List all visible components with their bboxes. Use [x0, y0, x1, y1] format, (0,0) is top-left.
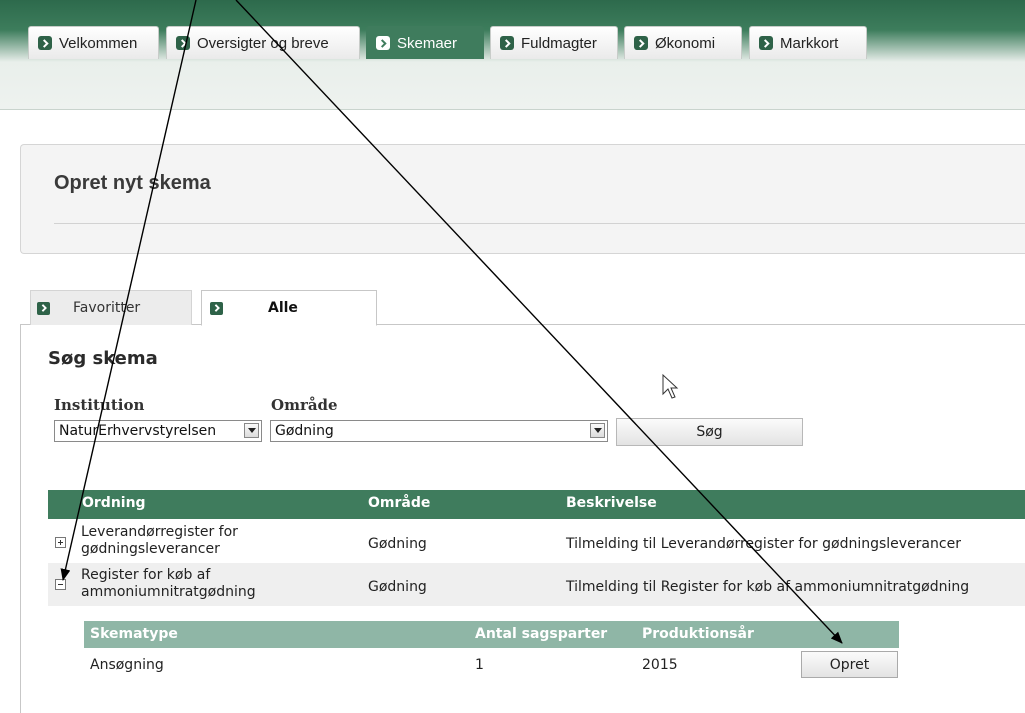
ordning-cell: Leverandørregister for gødningsleverance…	[81, 524, 238, 558]
chevron-down-icon[interactable]	[590, 423, 605, 438]
tab-label: Oversigter og breve	[197, 34, 329, 52]
chevron-right-icon	[376, 36, 390, 50]
divider	[0, 109, 1025, 110]
chevron-right-icon	[37, 301, 50, 315]
page-title: Opret nyt skema	[54, 172, 211, 194]
table-header	[48, 490, 1025, 519]
column-header-ordning: Ordning	[82, 495, 146, 511]
column-header-skematype: Skematype	[90, 626, 178, 642]
area-select[interactable]: Gødning	[270, 420, 608, 442]
area-select-value: Gødning	[275, 423, 334, 439]
tab-markkort[interactable]: Markkort	[749, 26, 867, 59]
tab-velkommen[interactable]: Velkommen	[28, 26, 159, 59]
column-header-antal-sagsparter: Antal sagsparter	[475, 626, 608, 642]
tab-label: Favoritter	[73, 300, 141, 316]
chevron-right-icon	[176, 36, 190, 50]
tab-label: Markkort	[780, 34, 839, 52]
skematype-cell: Ansøgning	[90, 657, 164, 673]
expand-icon[interactable]	[55, 537, 66, 548]
collapse-icon[interactable]	[55, 579, 66, 590]
tab-label: Økonomi	[655, 34, 716, 52]
search-heading: Søg skema	[48, 348, 158, 369]
beskrivelse-cell: Tilmelding til Leverandørregister for gø…	[566, 536, 961, 552]
institution-select[interactable]: NaturErhvervstyrelsen	[54, 420, 262, 442]
chevron-down-icon[interactable]	[244, 423, 259, 438]
omraade-cell: Gødning	[368, 536, 427, 552]
title-panel	[20, 144, 1025, 254]
beskrivelse-cell: Tilmelding til Register for køb af ammon…	[566, 579, 970, 595]
tab-favoritter[interactable]: Favoritter	[30, 290, 192, 325]
column-header-produktionsaar: Produktionsår	[642, 626, 754, 642]
tab-skemaer[interactable]: Skemaer	[366, 26, 484, 59]
chevron-right-icon	[210, 301, 223, 315]
produktionsaar-cell: 2015	[642, 657, 678, 673]
ordning-line: gødningsleverancer	[81, 541, 220, 557]
content-border	[20, 324, 21, 713]
institution-label: Institution	[54, 396, 145, 414]
tab-label: Alle	[268, 300, 298, 316]
tab-label: Velkommen	[59, 34, 138, 52]
ordning-line: Leverandørregister for	[81, 524, 238, 540]
chevron-right-icon	[500, 36, 514, 50]
chevron-right-icon	[38, 36, 52, 50]
area-label: Område	[271, 396, 338, 414]
ordning-cell: Register for køb af ammoniumnitratgødnin…	[81, 567, 256, 601]
tab-label: Fuldmagter	[521, 34, 597, 52]
ordning-line: Register for køb af	[81, 567, 211, 583]
tab-oversigter-og-breve[interactable]: Oversigter og breve	[166, 26, 360, 59]
antal-cell: 1	[475, 657, 484, 673]
omraade-cell: Gødning	[368, 579, 427, 595]
tab-alle[interactable]: Alle	[201, 290, 377, 326]
mouse-cursor-icon	[662, 373, 679, 399]
chevron-right-icon	[759, 36, 773, 50]
ordning-line: ammoniumnitratgødning	[81, 584, 256, 600]
tab-label: Skemaer	[397, 34, 458, 52]
tab-oekonomi[interactable]: Økonomi	[624, 26, 742, 59]
column-header-beskrivelse: Beskrivelse	[566, 495, 657, 511]
tab-fuldmagter[interactable]: Fuldmagter	[490, 26, 618, 59]
divider	[54, 223, 1025, 224]
column-header-omraade: Område	[368, 495, 431, 511]
search-button[interactable]: Søg	[616, 418, 803, 446]
opret-button[interactable]: Opret	[801, 651, 898, 678]
institution-select-value: NaturErhvervstyrelsen	[59, 423, 217, 439]
chevron-right-icon	[634, 36, 648, 50]
